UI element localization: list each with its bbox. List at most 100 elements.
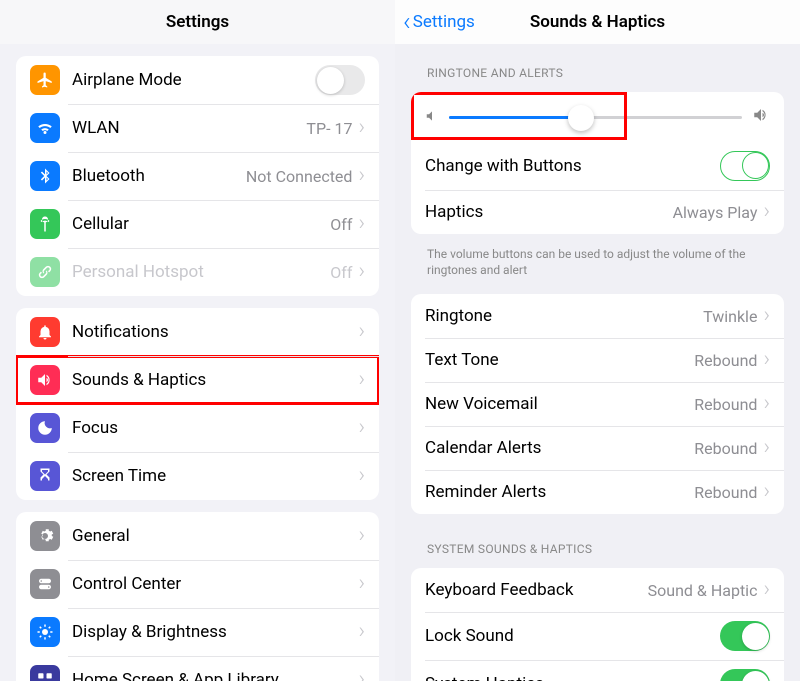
antenna-icon bbox=[30, 209, 60, 239]
chevron-right-icon: › bbox=[358, 417, 365, 439]
switches-icon bbox=[30, 569, 60, 599]
row-value: Twinkle bbox=[703, 307, 757, 326]
chevron-right-icon: › bbox=[358, 321, 365, 343]
grid-icon bbox=[30, 665, 60, 681]
row-label: Bluetooth bbox=[72, 166, 246, 186]
row-reminder[interactable]: Reminder AlertsRebound› bbox=[411, 470, 784, 514]
chevron-right-icon: › bbox=[358, 669, 365, 681]
settings-title: Settings bbox=[166, 12, 229, 32]
row-wlan[interactable]: WLANTP- 17 › bbox=[16, 104, 379, 152]
row-label: WLAN bbox=[72, 118, 306, 138]
row-label: Personal Hotspot bbox=[72, 262, 330, 282]
row-label: Home Screen & App Library bbox=[72, 670, 358, 681]
chevron-right-icon: › bbox=[358, 465, 365, 487]
row-value: Not Connected bbox=[246, 167, 353, 186]
chevron-right-icon: › bbox=[763, 305, 770, 327]
row-label: Sounds & Haptics bbox=[72, 370, 358, 390]
volume-high-icon bbox=[752, 106, 770, 128]
row-label: Calendar Alerts bbox=[425, 438, 694, 458]
row-value: Off bbox=[330, 263, 352, 282]
row-airplane[interactable]: Airplane Mode bbox=[16, 56, 379, 104]
row-label: Cellular bbox=[72, 214, 330, 234]
row-hotspot[interactable]: Personal HotspotOff › bbox=[16, 248, 379, 296]
row-voicemail[interactable]: New VoicemailRebound › bbox=[411, 382, 784, 426]
row-keyboard[interactable]: Keyboard FeedbackSound & Haptic› bbox=[411, 568, 784, 612]
settings-header: Settings bbox=[0, 0, 395, 44]
row-label: Screen Time bbox=[72, 466, 358, 486]
chevron-right-icon: › bbox=[358, 165, 365, 187]
toggle-changebuttons[interactable] bbox=[720, 151, 770, 181]
row-label: New Voicemail bbox=[425, 394, 694, 414]
section-footer: The volume buttons can be used to adjust… bbox=[395, 240, 800, 288]
chevron-right-icon: › bbox=[763, 579, 770, 601]
settings-group: Notifications›Sounds & Haptics›Focus›Scr… bbox=[16, 308, 379, 500]
row-changebuttons[interactable]: Change with Buttons bbox=[411, 142, 784, 190]
row-label: Keyboard Feedback bbox=[425, 580, 648, 600]
row-syshaptics[interactable]: System Haptics bbox=[411, 660, 784, 681]
row-screentime[interactable]: Screen Time› bbox=[16, 452, 379, 500]
row-calendar[interactable]: Calendar AlertsRebound› bbox=[411, 426, 784, 470]
row-label: Focus bbox=[72, 418, 358, 438]
back-button[interactable]: ‹ Settings bbox=[403, 9, 475, 35]
chevron-right-icon: › bbox=[763, 481, 770, 503]
chevron-right-icon: › bbox=[763, 393, 770, 415]
row-label: General bbox=[72, 526, 358, 546]
row-label: Change with Buttons bbox=[425, 156, 720, 176]
row-locksound[interactable]: Lock Sound bbox=[411, 612, 784, 660]
volume-low-icon bbox=[425, 108, 439, 127]
bluetooth-icon bbox=[30, 161, 60, 191]
row-notifications[interactable]: Notifications› bbox=[16, 308, 379, 356]
speaker-icon bbox=[30, 365, 60, 395]
row-bluetooth[interactable]: BluetoothNot Connected › bbox=[16, 152, 379, 200]
chevron-right-icon: › bbox=[358, 525, 365, 547]
chevron-right-icon: › bbox=[763, 201, 770, 223]
row-ringtone[interactable]: RingtoneTwinkle › bbox=[411, 294, 784, 338]
sun-icon bbox=[30, 617, 60, 647]
sounds-pane: ‹ Settings Sounds & Haptics RINGTONE AND… bbox=[395, 0, 800, 681]
airplane-icon bbox=[30, 65, 60, 95]
row-label: Display & Brightness bbox=[72, 622, 358, 642]
moon-icon bbox=[30, 413, 60, 443]
row-focus[interactable]: Focus› bbox=[16, 404, 379, 452]
settings-group: Keyboard FeedbackSound & Haptic›Lock Sou… bbox=[411, 568, 784, 681]
row-general[interactable]: General› bbox=[16, 512, 379, 560]
chevron-right-icon: › bbox=[358, 261, 365, 283]
row-controlcenter[interactable]: Control Center› bbox=[16, 560, 379, 608]
row-value: Off bbox=[330, 215, 352, 234]
row-label: Notifications bbox=[72, 322, 358, 342]
settings-pane: Settings Airplane ModeWLANTP- 17›Bluetoo… bbox=[0, 0, 395, 681]
row-texttone[interactable]: Text ToneRebound› bbox=[411, 338, 784, 382]
chevron-right-icon: › bbox=[763, 349, 770, 371]
row-value: Rebound bbox=[694, 395, 757, 414]
toggle-syshaptics[interactable] bbox=[720, 669, 770, 681]
row-haptics[interactable]: HapticsAlways Play › bbox=[411, 190, 784, 234]
volume-slider[interactable] bbox=[449, 116, 742, 119]
row-label: Haptics bbox=[425, 202, 673, 222]
section-header: RINGTONE AND ALERTS bbox=[395, 44, 800, 86]
back-label: Settings bbox=[413, 12, 475, 32]
link-icon bbox=[30, 257, 60, 287]
sounds-header: ‹ Settings Sounds & Haptics bbox=[395, 0, 800, 44]
settings-group: Airplane ModeWLANTP- 17›BluetoothNot Con… bbox=[16, 56, 379, 296]
settings-group: General›Control Center›Display & Brightn… bbox=[16, 512, 379, 681]
row-label: System Haptics bbox=[425, 674, 720, 681]
chevron-right-icon: › bbox=[358, 117, 365, 139]
row-cellular[interactable]: CellularOff › bbox=[16, 200, 379, 248]
row-value: Always Play bbox=[673, 203, 758, 222]
volume-slider-row bbox=[411, 92, 784, 142]
row-display[interactable]: Display & Brightness› bbox=[16, 608, 379, 656]
toggle-airplane[interactable] bbox=[315, 65, 365, 95]
chevron-right-icon: › bbox=[763, 437, 770, 459]
sounds-title: Sounds & Haptics bbox=[530, 12, 665, 32]
chevron-right-icon: › bbox=[358, 369, 365, 391]
row-label: Airplane Mode bbox=[72, 70, 315, 90]
row-label: Ringtone bbox=[425, 306, 703, 326]
settings-group: RingtoneTwinkle›Text ToneRebound›New Voi… bbox=[411, 294, 784, 514]
wifi-icon bbox=[30, 113, 60, 143]
toggle-locksound[interactable] bbox=[720, 621, 770, 651]
row-label: Reminder Alerts bbox=[425, 482, 694, 502]
row-value: TP- 17 bbox=[306, 119, 352, 138]
row-sounds[interactable]: Sounds & Haptics› bbox=[16, 356, 379, 404]
row-homescreen[interactable]: Home Screen & App Library› bbox=[16, 656, 379, 681]
chevron-right-icon: › bbox=[358, 213, 365, 235]
